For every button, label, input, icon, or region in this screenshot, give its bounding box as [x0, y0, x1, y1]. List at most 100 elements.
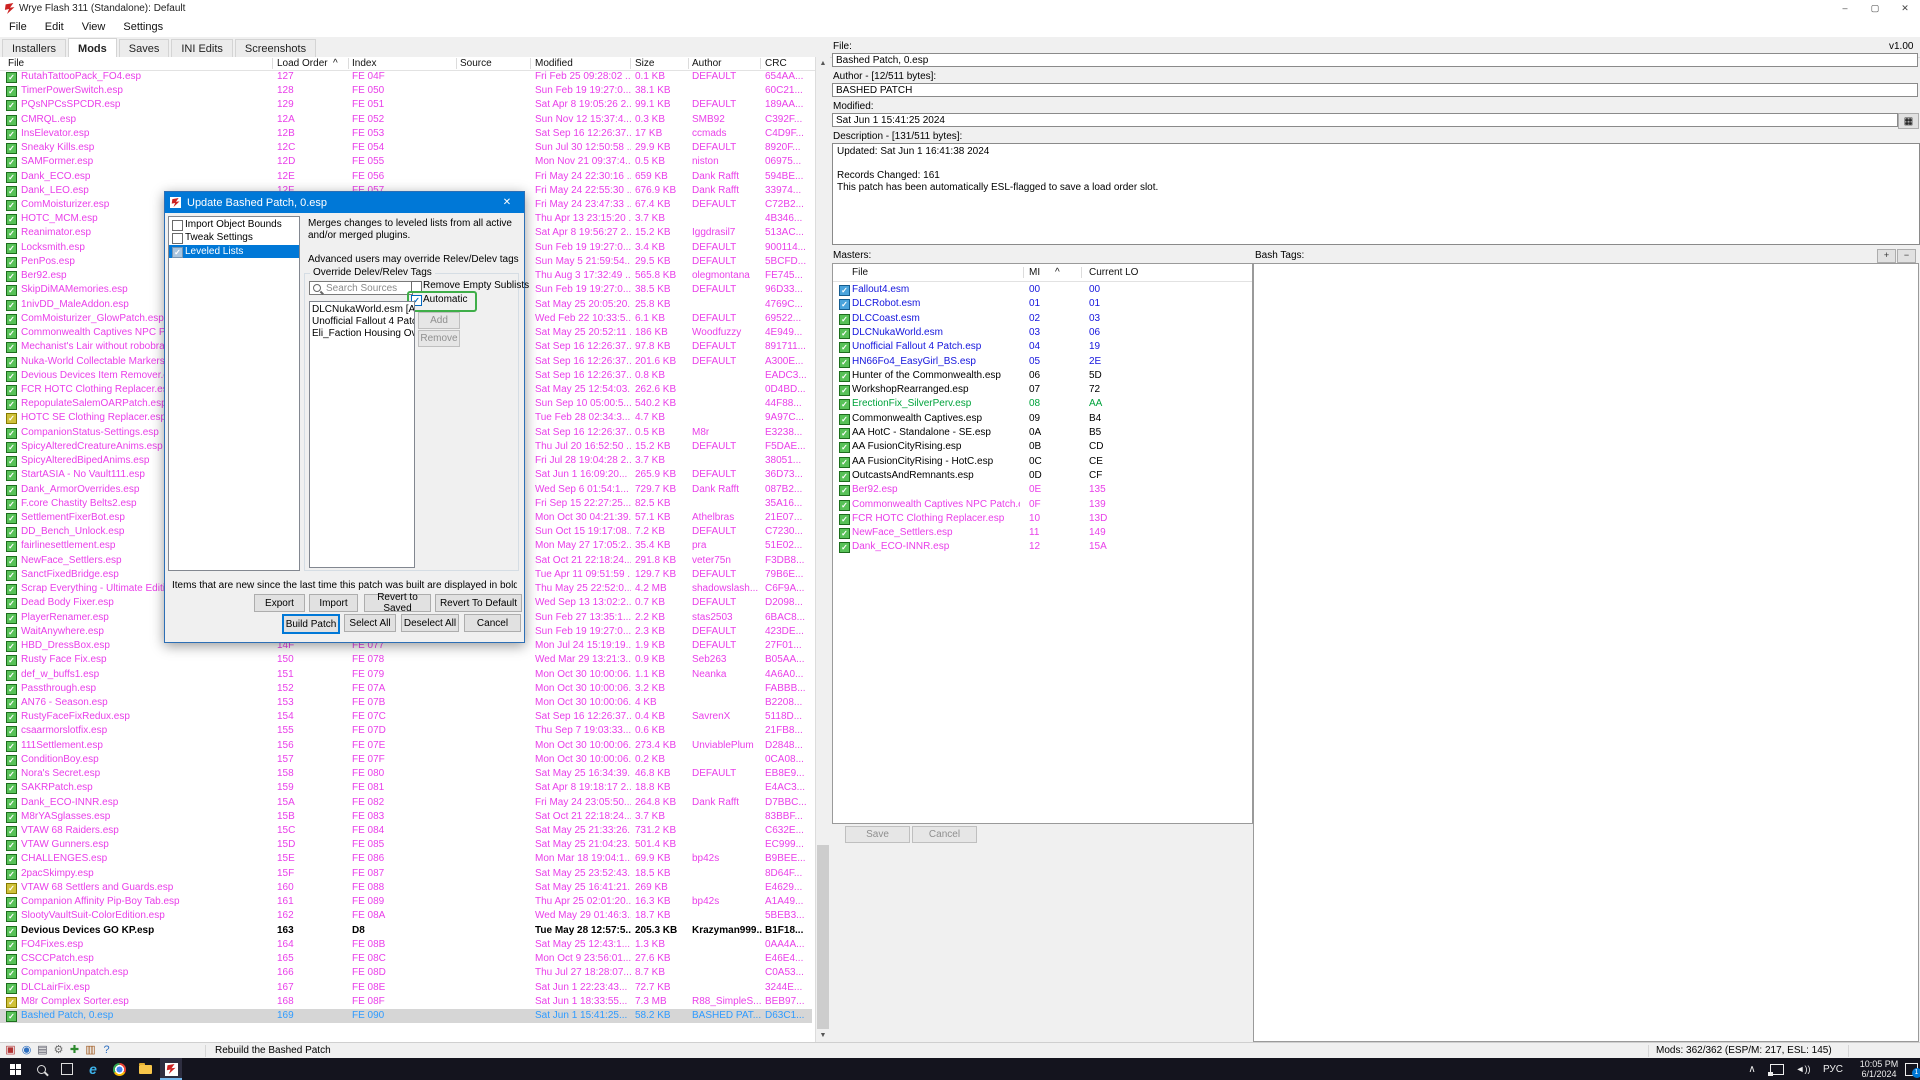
mod-active-checkbox[interactable]: ✓ [6, 627, 17, 638]
master-row[interactable]: ✓Hunter of the Commonwealth.esp065D [833, 369, 1250, 383]
mod-active-checkbox[interactable]: ✓ [6, 726, 17, 737]
master-checkbox[interactable]: ✓ [839, 442, 850, 453]
menu-edit[interactable]: Edit [36, 19, 73, 35]
masters-column-current-lo[interactable]: Current LO [1089, 267, 1138, 278]
mod-active-checkbox[interactable]: ✓ [6, 854, 17, 865]
tab-installers[interactable]: Installers [2, 39, 66, 57]
master-row[interactable]: ✓Commonwealth Captives NPC Patch.esp0F13… [833, 498, 1250, 512]
task-view-icon[interactable] [56, 1058, 78, 1080]
master-checkbox[interactable]: ✓ [839, 485, 850, 496]
action-center-icon[interactable]: 1 [1902, 1058, 1920, 1080]
mod-active-checkbox[interactable]: ✓ [6, 456, 17, 467]
language-indicator[interactable]: РУС [1818, 1058, 1848, 1080]
master-checkbox[interactable]: ✓ [839, 500, 850, 511]
table-row[interactable]: ✓Dank_ECO.esp12EFE 056Fri May 24 22:30:1… [0, 170, 812, 184]
author-input[interactable] [832, 83, 1918, 97]
mod-active-checkbox[interactable]: ✓ [6, 243, 17, 254]
table-row[interactable]: ✓AN76 - Season.esp153FE 07BMon Oct 30 10… [0, 696, 812, 710]
menu-file[interactable]: File [0, 19, 36, 35]
master-checkbox[interactable]: ✓ [839, 299, 850, 310]
mod-active-checkbox[interactable]: ✓ [6, 684, 17, 695]
network-icon[interactable] [1766, 1058, 1788, 1080]
master-checkbox[interactable]: ✓ [839, 357, 850, 368]
mod-active-checkbox[interactable]: ✓ [6, 200, 17, 211]
mod-active-checkbox[interactable]: ✓ [6, 513, 17, 524]
mod-active-checkbox[interactable]: ✓ [6, 314, 17, 325]
master-checkbox[interactable]: ✓ [839, 328, 850, 339]
mod-active-checkbox[interactable]: ✓ [6, 285, 17, 296]
bash-tags-listbox[interactable] [1253, 263, 1919, 1042]
table-row[interactable]: ✓def_w_buffs1.esp151FE 079Mon Oct 30 10:… [0, 668, 812, 682]
table-row[interactable]: ✓TimerPowerSwitch.esp128FE 050Sun Feb 19… [0, 84, 812, 98]
master-row[interactable]: ✓Fallout4.esm0000 [833, 283, 1250, 297]
mod-active-checkbox[interactable]: ✓ [6, 769, 17, 780]
table-row[interactable]: ✓RutahTattooPack_FO4.esp127FE 04FFri Feb… [0, 70, 812, 84]
mod-active-checkbox[interactable]: ✓ [6, 798, 17, 809]
mod-active-checkbox[interactable]: ✓ [6, 556, 17, 567]
mod-active-checkbox[interactable]: ✓ [6, 712, 17, 723]
patcher-checkbox[interactable] [172, 233, 183, 244]
calendar-button[interactable]: ▦ [1898, 113, 1919, 129]
mod-active-checkbox[interactable]: ✓ [6, 100, 17, 111]
mod-active-checkbox[interactable]: ✓ [6, 584, 17, 595]
file-input[interactable] [832, 53, 1918, 67]
source-item[interactable]: DLCNukaWorld.esm [A [312, 304, 415, 316]
doc-icon[interactable]: ▥ [84, 1044, 97, 1057]
table-row[interactable]: ✓C​MRQL.esp12AFE 052Sun Nov 12 15:37:4..… [0, 113, 812, 127]
mod-active-checkbox[interactable]: ✓ [6, 527, 17, 538]
mod-active-checkbox[interactable]: ✓ [6, 72, 17, 83]
mod-active-checkbox[interactable]: ✓ [6, 541, 17, 552]
mod-active-checkbox[interactable]: ✓ [6, 399, 17, 410]
master-row[interactable]: ✓FCR HOTC Clothing Replacer.esp1013D [833, 512, 1250, 526]
modified-input[interactable] [832, 113, 1898, 127]
master-checkbox[interactable]: ✓ [839, 342, 850, 353]
mod-active-checkbox[interactable]: ✓ [6, 485, 17, 496]
add-tag-button[interactable]: + [1877, 249, 1896, 263]
clock[interactable]: 10:05 PM 6/1/2024 [1852, 1058, 1906, 1080]
mod-active-checkbox[interactable]: ✓ [6, 840, 17, 851]
patcher-item-tweak-settings[interactable]: Tweak Settings [169, 231, 299, 244]
vertical-scrollbar[interactable]: ▲ ▼ [815, 57, 830, 1042]
mod-active-checkbox[interactable]: ✓ [6, 997, 17, 1008]
mod-active-checkbox[interactable]: ✓ [6, 911, 17, 922]
edge-icon[interactable]: e [82, 1058, 104, 1080]
mod-active-checkbox[interactable]: ✓ [6, 143, 17, 154]
master-checkbox[interactable]: ✓ [839, 371, 850, 382]
mod-active-checkbox[interactable]: ✓ [6, 670, 17, 681]
mod-active-checkbox[interactable]: ✓ [6, 342, 17, 353]
master-row[interactable]: ✓Ber92.esp0E135 [833, 483, 1250, 497]
mod-active-checkbox[interactable]: ✓ [6, 783, 17, 794]
master-checkbox[interactable]: ✓ [839, 428, 850, 439]
mod-active-checkbox[interactable]: ✓ [6, 869, 17, 880]
table-row[interactable]: ✓PQsNPCsSPCDR.esp129FE 051Sat Apr 8 19:0… [0, 98, 812, 112]
mod-active-checkbox[interactable]: ✓ [6, 214, 17, 225]
mod-active-checkbox[interactable]: ✓ [6, 570, 17, 581]
cancel-button[interactable]: Cancel [464, 614, 521, 632]
export-button[interactable]: Export [254, 594, 305, 612]
tab-screenshots[interactable]: Screenshots [235, 39, 316, 57]
mod-active-checkbox[interactable]: ✓ [6, 172, 17, 183]
master-checkbox[interactable]: ✓ [839, 542, 850, 553]
plugin-icon[interactable]: ✚ [68, 1044, 81, 1057]
table-row[interactable]: ✓VTAW 68 Raiders.esp15CFE 084Sat May 25 … [0, 824, 812, 838]
masters-column-mi[interactable]: MI [1029, 267, 1040, 278]
master-row[interactable]: ✓AA HotC - Standalone - SE.esp0AB5 [833, 426, 1250, 440]
master-row[interactable]: ✓Dank_ECO-INNR.esp1215A [833, 540, 1250, 554]
masters-column-file[interactable]: File [852, 267, 868, 278]
tab-mods[interactable]: Mods [68, 38, 117, 57]
mod-active-checkbox[interactable]: ✓ [6, 983, 17, 994]
patcher-checkbox[interactable]: ✓ [172, 247, 183, 258]
mod-active-checkbox[interactable]: ✓ [6, 598, 17, 609]
master-row[interactable]: ✓OutcastsAndRemnants.esp0DCF [833, 469, 1250, 483]
mod-active-checkbox[interactable]: ✓ [6, 300, 17, 311]
scroll-up-arrow[interactable]: ▲ [816, 57, 830, 70]
master-row[interactable]: ✓DLCRobot.esm0101 [833, 297, 1250, 311]
master-row[interactable]: ✓WorkshopRearranged.esp0772 [833, 383, 1250, 397]
table-row[interactable]: ✓FO4Fixes.esp164FE 08BSat May 25 12:43:1… [0, 938, 812, 952]
tray-chevron-icon[interactable]: ∧ [1742, 1058, 1762, 1080]
table-row[interactable]: ✓RustyFaceFixRedux.esp154FE 07CSat Sep 1… [0, 710, 812, 724]
wrye-flash-taskbar-icon[interactable] [160, 1058, 182, 1080]
mod-active-checkbox[interactable]: ✓ [6, 328, 17, 339]
mod-active-checkbox[interactable]: ✓ [6, 926, 17, 937]
master-checkbox[interactable]: ✓ [839, 528, 850, 539]
